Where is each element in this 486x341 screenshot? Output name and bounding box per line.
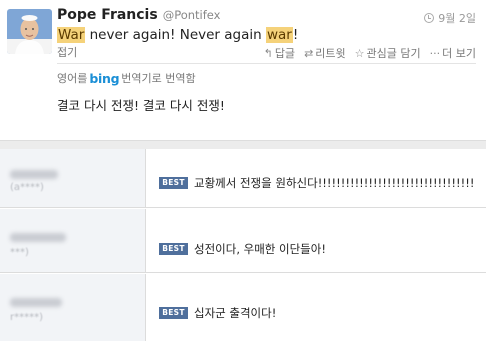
- reply-icon: ↰: [263, 46, 273, 60]
- comment-text: 십자군 출격이다!: [194, 306, 277, 320]
- highlighted-word: War: [57, 27, 86, 43]
- reply-label: 답글: [274, 47, 296, 60]
- comment-row: r*****) BEST 십자군 출격이다!: [0, 274, 486, 341]
- date-label: 9월 2일: [438, 12, 476, 25]
- translation-prefix: 영어를: [57, 72, 88, 85]
- blurred-author-name: [10, 298, 62, 307]
- comment-list: (a****) BEST 교황께서 전쟁을 원하신다!!!!!!!!!!!!!!…: [0, 140, 486, 341]
- retweet-button[interactable]: ⇄ 리트윗: [304, 45, 346, 61]
- blurred-author-id: ***): [10, 247, 29, 258]
- comment-text: 성전이다, 우매한 이단들아!: [194, 242, 326, 256]
- highlighted-word: war: [265, 27, 293, 43]
- bing-logo[interactable]: bing: [89, 71, 119, 86]
- translation-suffix: 번역기로 번역함: [121, 72, 196, 85]
- section-divider: [0, 141, 486, 149]
- best-badge: BEST: [159, 307, 188, 319]
- comment-row: (a****) BEST 교황께서 전쟁을 원하신다!!!!!!!!!!!!!!…: [0, 149, 486, 208]
- comment-author-block: ***): [0, 209, 146, 272]
- translation-notice: 영어를 bing 번역기로 번역함: [57, 70, 196, 86]
- author-handle[interactable]: @Pontifex: [163, 8, 221, 22]
- retweet-label: 리트윗: [315, 47, 346, 60]
- comment-author-block: (a****): [0, 149, 146, 207]
- tweet-text-part: never again! Never again: [85, 27, 266, 43]
- blurred-author-id: (a****): [10, 182, 44, 193]
- more-icon: ···: [429, 46, 441, 60]
- more-label: 더 보기: [442, 47, 476, 60]
- favorite-button[interactable]: ☆ 관심글 담기: [355, 45, 421, 61]
- tweet-text: War never again! Never again war!: [57, 27, 298, 43]
- tweet-text-part: !: [292, 27, 299, 43]
- tweet-date[interactable]: 9월 2일: [424, 10, 476, 26]
- more-button[interactable]: ··· 더 보기: [430, 45, 476, 61]
- comment-author-block: r*****): [0, 274, 146, 341]
- best-badge: BEST: [159, 177, 188, 189]
- best-badge: BEST: [159, 243, 188, 255]
- star-icon: ☆: [354, 46, 365, 60]
- tweet-card: Pope Francis @Pontifex 9월 2일 War never a…: [0, 0, 486, 140]
- collapse-link[interactable]: 접기: [57, 44, 77, 60]
- blurred-author-name: [10, 170, 58, 179]
- avatar[interactable]: [7, 9, 52, 54]
- tweet-header: Pope Francis @Pontifex: [57, 7, 220, 27]
- reply-button[interactable]: ↰ 답글: [264, 45, 295, 61]
- tweet-actions: ↰ 답글 ⇄ 리트윗 ☆ 관심글 담기 ··· 더 보기: [255, 45, 476, 61]
- retweet-icon: ⇄: [304, 46, 314, 60]
- favorite-label: 관심글 담기: [366, 47, 421, 60]
- comment-row: ***) BEST 성전이다, 우매한 이단들아!: [0, 209, 486, 273]
- author-name[interactable]: Pope Francis: [57, 7, 158, 23]
- divider: [57, 63, 476, 64]
- blurred-author-id: r*****): [10, 312, 44, 323]
- clock-icon: [424, 13, 435, 23]
- blurred-author-name: [10, 233, 66, 242]
- comment-text: 교황께서 전쟁을 원하신다!!!!!!!!!!!!!!!!!!!!!!!!!!!…: [194, 176, 475, 190]
- translated-text: 결코 다시 전쟁! 결코 다시 전쟁!: [57, 98, 225, 113]
